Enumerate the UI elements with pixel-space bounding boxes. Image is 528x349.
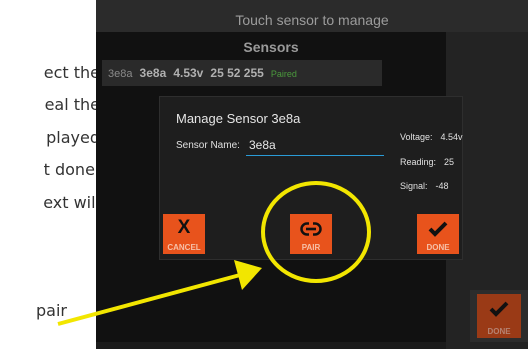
signal-value: -48 [435,181,449,191]
sensor-name: 3e8a [139,66,167,80]
document-text: ect the eal the played t done. ext will [0,0,100,349]
cancel-button[interactable]: X CANCEL [163,214,205,254]
signal-stat: Signal: -48 [400,181,449,191]
sensor-voltage: 4.53v [173,66,204,80]
signal-label: Signal: [400,181,428,191]
voltage-stat: Voltage: 4.54v [400,132,463,142]
voltage-label: Voltage: [400,132,433,142]
outer-done-container: DONE [470,290,528,342]
doc-line: ect the [43,63,100,82]
outer-done-label: DONE [487,327,511,336]
reading-label: Reading: [400,157,437,167]
reading-value: 25 [444,157,455,167]
doc-line: played [46,128,100,147]
checkmark-icon [477,298,521,322]
sensor-list-item[interactable]: 3e8a 3e8a 4.53v 25 52 255 Paired [102,60,382,86]
doc-line: eal the [44,95,100,114]
outer-done-button[interactable]: DONE [477,294,521,338]
pair-button[interactable]: PAIR [290,214,332,254]
done-button[interactable]: DONE [417,214,459,254]
sensor-name-label: Sensor Name: [176,140,240,151]
header-bar: Touch sensor to manage [96,0,528,32]
link-icon [290,218,332,241]
sensor-id-small: 3e8a [108,68,133,80]
paired-badge: Paired [270,69,297,79]
sensors-title: Sensors [243,39,299,55]
cancel-button-label: CANCEL [167,243,201,252]
checkmark-icon [417,218,459,242]
x-icon: X [177,217,191,238]
sensor-values: 25 52 255 [210,66,264,80]
doc-line: t done. [43,160,100,179]
dialog-title: Manage Sensor 3e8a [176,111,301,126]
done-button-label: DONE [426,243,450,252]
annotation-label: pair [36,301,67,320]
voltage-value: 4.54v [440,132,463,142]
sensor-name-input[interactable] [246,134,384,156]
pair-button-label: PAIR [301,243,321,252]
manage-sensor-dialog: Manage Sensor 3e8a Sensor Name: Voltage:… [160,97,463,259]
app-screen: Touch sensor to manage Sensors 3e8a 3e8a… [96,0,528,349]
reading-stat: Reading: 25 [400,157,454,167]
doc-line: ext will [43,193,100,212]
